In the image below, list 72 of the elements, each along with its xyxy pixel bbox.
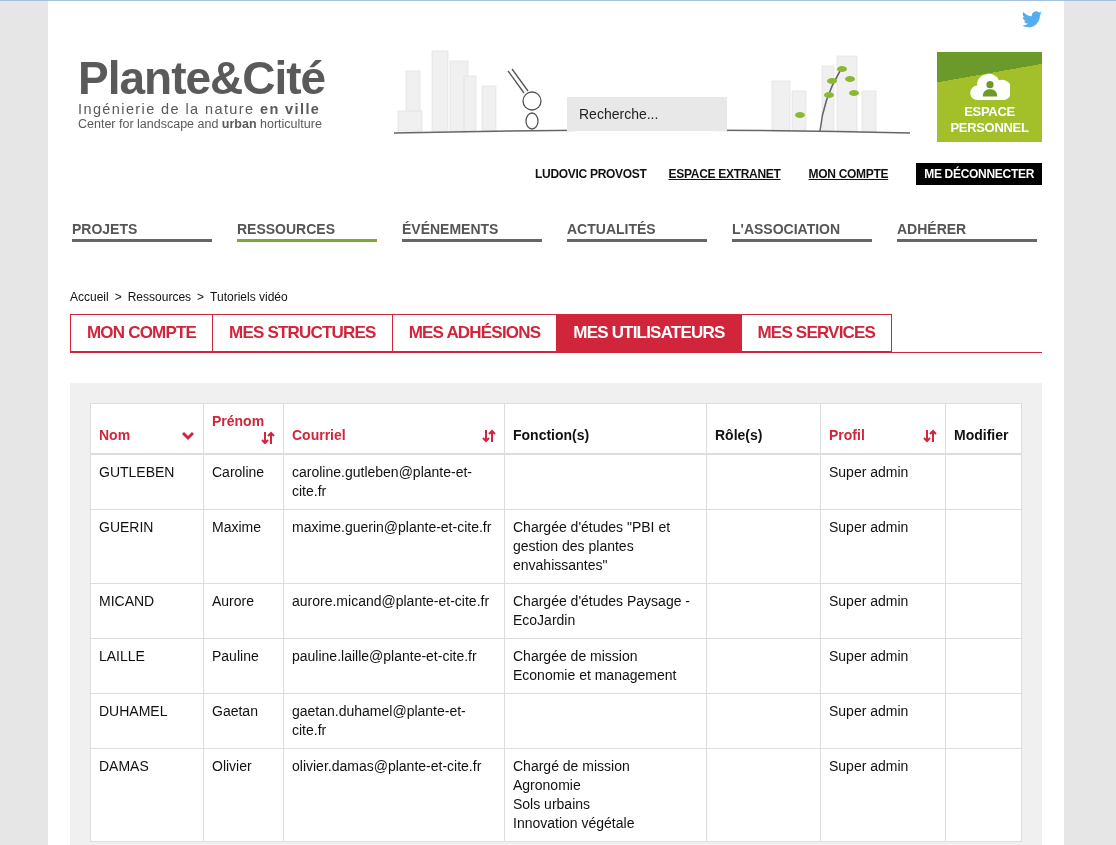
table-cell-text: Sols urbains [513, 795, 592, 814]
breadcrumb-link[interactable]: Ressources [127, 290, 192, 304]
breadcrumb-separator: > [114, 290, 122, 304]
sort-icon[interactable] [261, 431, 275, 445]
tab[interactable]: MES STRUCTURES [212, 314, 392, 352]
column-header[interactable]: Nom [90, 403, 204, 454]
user-cloud-icon [969, 73, 1010, 100]
tab[interactable]: MES UTILISATEURS [556, 314, 741, 352]
column-label: Profil [829, 426, 865, 445]
table-cell: caroline.gutleben@plante-et-cite.fr [292, 464, 472, 499]
table-cell: Super admin [829, 464, 909, 480]
table-cell: aurore.micand@plante-et-cite.fr [292, 593, 490, 609]
nav-item[interactable]: RESSOURCES [237, 221, 377, 242]
column-header[interactable]: Courriel [283, 403, 505, 454]
column-label: Rôle(s) [715, 427, 763, 443]
table-cell: Super admin [829, 703, 909, 719]
table-cell-text: Chargé de mission [513, 757, 631, 776]
tab[interactable]: MON COMPTE [70, 314, 213, 352]
table-cell: LAILLE [99, 648, 145, 664]
logo-title[interactable]: Plante&Cité [78, 54, 390, 102]
user-name: LUDOVIC PROVOST [535, 167, 647, 181]
table-cell-text: Innovation végétale [513, 814, 636, 833]
column-header[interactable]: Prénom [203, 403, 284, 454]
tab[interactable]: MES ADHÉSIONS [391, 314, 557, 352]
logout-button[interactable]: ME DÉCONNECTER [916, 163, 1042, 185]
column-label: Modifier [954, 427, 1009, 443]
table-cell: Pauline [212, 648, 259, 664]
breadcrumb-separator: > [197, 290, 205, 304]
table-cell-text: Economie et management [513, 666, 678, 685]
table-cell: Caroline [212, 464, 265, 480]
table-cell-text: Chargée d'études Paysage - EcoJardin [513, 592, 691, 630]
table-cell: pauline.laille@plante-et-cite.fr [292, 648, 477, 664]
table-cell: olivier.damas@plante-et-cite.fr [292, 758, 482, 774]
nav-item[interactable]: ACTUALITÉS [567, 221, 707, 242]
nav-item[interactable]: ADHÉRER [897, 221, 1037, 242]
table-cell-text: Agronomie [513, 776, 582, 795]
sort-icon[interactable] [482, 428, 496, 443]
table-cell: gaetan.duhamel@plante-et-cite.fr [292, 703, 466, 738]
nav-item[interactable]: L'ASSOCIATION [732, 221, 872, 242]
tab[interactable]: MES SERVICES [740, 314, 893, 352]
sort-icon[interactable] [923, 428, 937, 443]
table-cell: Aurore [212, 593, 255, 609]
table-cell: Olivier [212, 758, 252, 774]
table-cell: Super admin [829, 519, 909, 535]
nav-item[interactable]: ÉVÉNEMENTS [402, 221, 542, 242]
logo-subtitle: Center for landscape and urban horticulture [78, 117, 323, 131]
table-cell: GUTLEBEN [99, 464, 175, 480]
table-cell: MICAND [99, 593, 155, 609]
table-cell: Gaetan [212, 703, 258, 719]
table-cell: DAMAS [99, 758, 149, 774]
breadcrumb-link[interactable]: Tutoriels vidéo [210, 290, 288, 304]
column-header[interactable]: Profil [820, 403, 946, 454]
column-label: Nom [99, 426, 131, 445]
table-cell: Super admin [829, 648, 909, 664]
table-cell: Super admin [829, 593, 909, 609]
logo-tagline: Ingénierie de la nature en ville [78, 102, 322, 117]
table-cell: GUERIN [99, 519, 154, 535]
table-cell-text: Chargée d'études "PBI et gestion des plantes envahissantes" [513, 518, 672, 575]
header-link[interactable]: ESPACE EXTRANET [668, 167, 781, 181]
search-field[interactable]: Recherche... [567, 97, 727, 131]
column-label: Prénom [212, 412, 265, 431]
chevron-down-icon[interactable] [181, 430, 195, 441]
column-label: Courriel [292, 426, 346, 445]
column-label: Fonction(s) [513, 427, 590, 443]
nav-item[interactable]: PROJETS [72, 221, 212, 242]
table-cell-text: Chargée de mission [513, 647, 639, 666]
table-cell: maxime.guerin@plante-et-cite.fr [292, 519, 492, 535]
table-cell: Super admin [829, 758, 909, 774]
breadcrumb-link[interactable]: Accueil [70, 290, 109, 304]
header-link[interactable]: MON COMPTE [808, 167, 889, 181]
table-cell: DUHAMEL [99, 703, 168, 719]
table-cell: Maxime [212, 519, 261, 535]
